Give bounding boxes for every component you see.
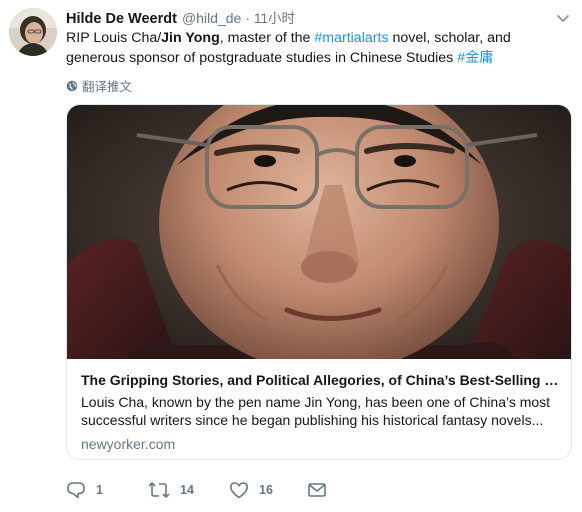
reply-button[interactable]: 1 [66,481,103,499]
retweet-count: 14 [180,483,194,497]
avatar-photo [9,8,57,56]
avatar[interactable] [9,8,57,56]
reply-icon [67,482,85,499]
card-body: The Gripping Stories, and Political Alle… [81,371,561,453]
author-handle[interactable]: @hild_de [182,10,241,26]
separator-dot: · [245,10,250,26]
envelope-icon [308,483,326,497]
card-description-line-1: Louis Cha, known by the pen name Jin Yon… [81,394,551,410]
direct-message-button[interactable] [307,481,327,499]
card-domain: newyorker.com [81,436,176,452]
card-description: Louis Cha, known by the pen name Jin Yon… [81,393,559,429]
tweet: Hilde De Weerdt @hild_de · 11小时 RIP Loui… [0,0,582,512]
link-card[interactable]: The Gripping Stories, and Political Alle… [66,104,572,460]
retweet-button[interactable]: 14 [148,481,194,499]
like-count: 16 [259,483,273,497]
like-button[interactable]: 16 [229,481,273,499]
heart-icon [230,482,248,499]
tweet-text-prefix: RIP Louis Cha/ [66,30,162,46]
card-image [67,105,571,359]
chevron-down-icon[interactable] [556,11,570,22]
card-description-line-2: successful writers since he began publis… [81,412,544,428]
reply-count: 1 [96,483,103,497]
tweet-text-middle1: , master of the [219,30,315,46]
tweet-text: RIP Louis Cha/Jin Yong, master of the #m… [66,28,572,68]
translate-tweet-button[interactable]: 翻译推文 [66,76,132,95]
hashtag-martialarts[interactable]: #martialarts [314,30,388,46]
retweet-icon [148,482,170,498]
author-name[interactable]: Hilde De Weerdt [66,11,177,27]
hashtag-jinyong[interactable]: #金庸 [457,50,493,66]
card-title: The Gripping Stories, and Political Alle… [81,372,559,388]
translate-label: 翻译推文 [82,80,133,94]
tweet-header: Hilde De Weerdt @hild_de · 11小时 [66,7,295,27]
tweet-timestamp[interactable]: 11小时 [254,7,295,27]
globe-icon [66,80,78,91]
tweet-text-bold: Jin Yong [161,30,220,46]
